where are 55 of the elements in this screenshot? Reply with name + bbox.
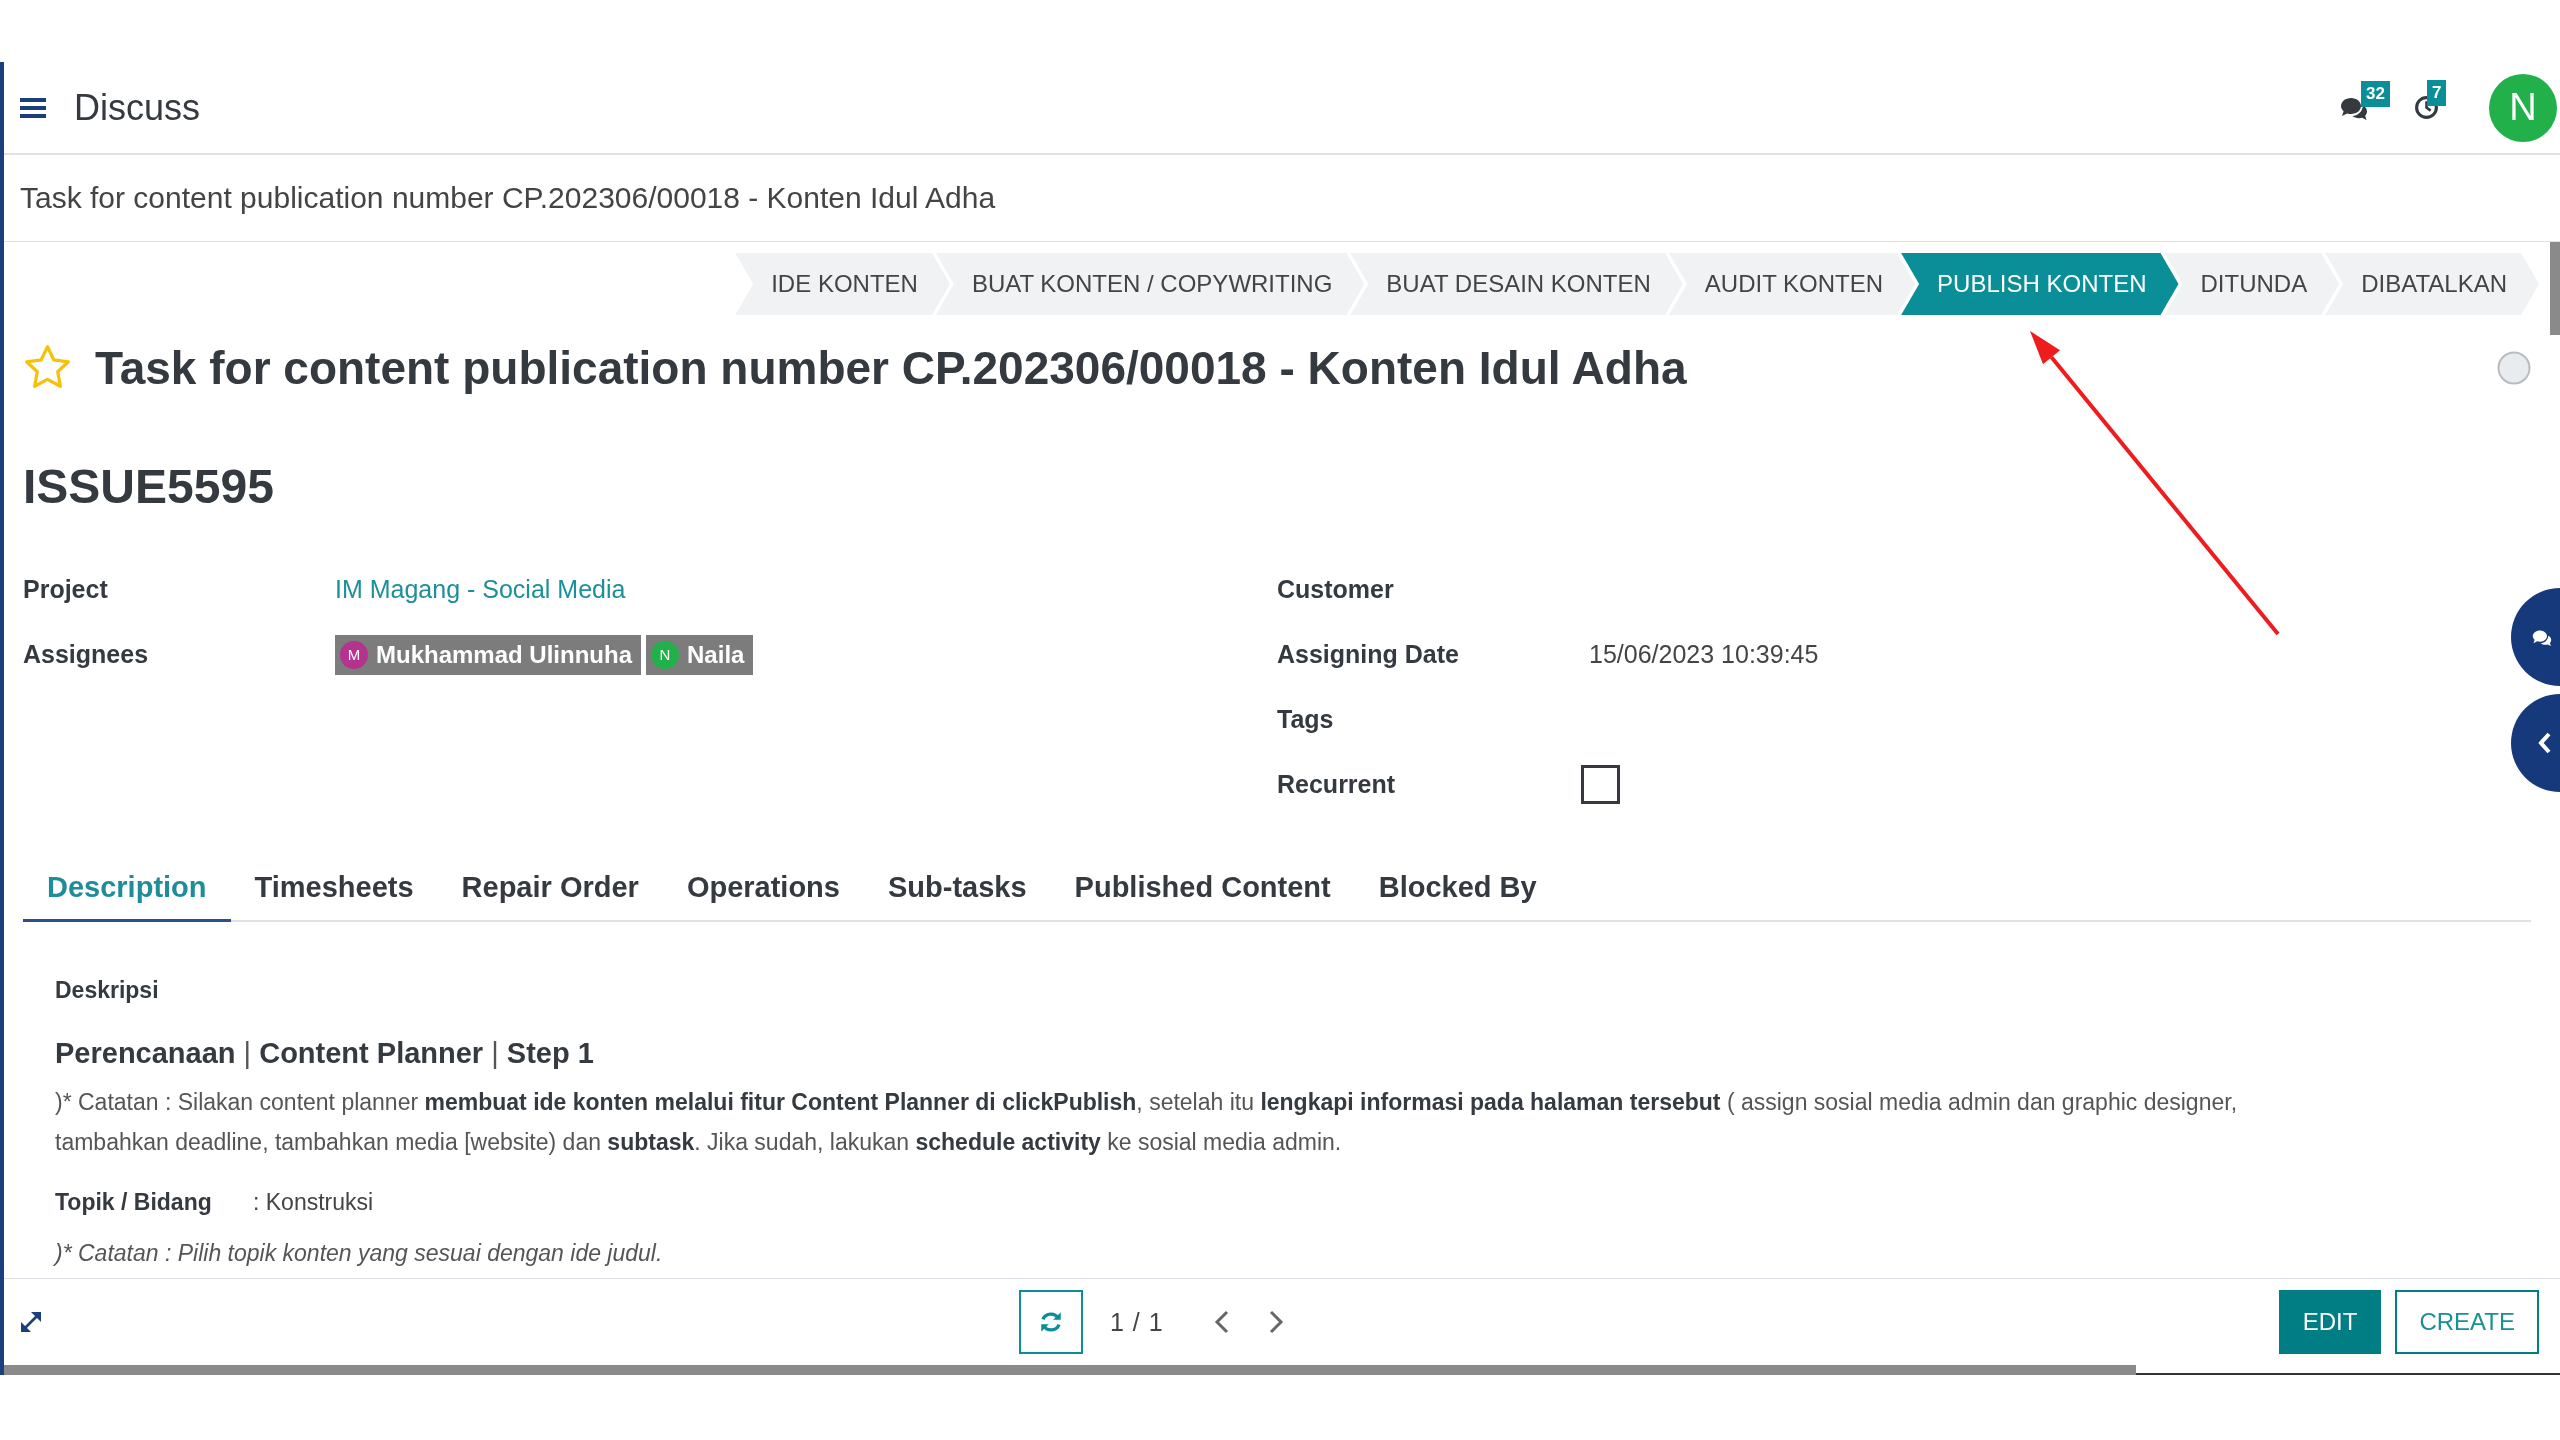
chevron-left-icon [2538, 732, 2552, 754]
tab[interactable]: Blocked By [1354, 855, 1561, 922]
expand-icon[interactable] [20, 1311, 42, 1333]
vertical-scrollbar[interactable] [2550, 242, 2560, 335]
tab[interactable]: Operations [662, 855, 864, 922]
field-label: Assigning Date [1277, 640, 1460, 669]
app-title: Discuss [74, 85, 201, 130]
message-count-badge: 32 [2361, 80, 2390, 107]
stage-button[interactable]: DITUNDA [2164, 253, 2340, 315]
field-label: Recurrent [1277, 770, 1397, 799]
user-avatar: M [340, 640, 368, 669]
activity-count-badge: 7 [2427, 80, 2447, 106]
topic-value: : Konstruksi [253, 1188, 374, 1217]
tab[interactable]: Timesheets [230, 855, 438, 922]
checkbox[interactable] [1581, 765, 1620, 804]
section-label: Deskripsi [55, 976, 159, 1005]
stage-button[interactable]: BUAT KONTEN / COPYWRITING [935, 253, 1365, 315]
assignee-name: Mukhammad Ulinnuha [376, 640, 633, 669]
project-link[interactable]: IM Magang - Social Media [335, 575, 626, 604]
field-label: Project [23, 575, 109, 604]
note-paragraph: )* Catatan : Silakan content planner membuat ide konten melalui fitur Content Planner di clickPublish, setelah itu lengkapi informasi pada halaman tersebut ( assign sosial media admin dan graphic designer, tambahkan deadline, tambahkan media [website) dan subtask. Jika sudah, lakukan schedule activity ke sosial media admin. [55, 1088, 2239, 1157]
pager-count: 1 / 1 [1110, 1307, 1164, 1337]
tab[interactable]: Description [23, 855, 231, 922]
horizontal-scrollbar[interactable] [4, 1365, 2136, 1375]
task-reference: ISSUE5595 [23, 459, 274, 515]
chevron-left-icon [1213, 1310, 1230, 1334]
topic-label: Topik / Bidang [55, 1188, 213, 1217]
chat-icon[interactable] [2340, 95, 2368, 120]
refresh-icon [1038, 1309, 1064, 1335]
assignee-tag[interactable]: N Naila [646, 634, 754, 675]
create-button[interactable]: CREATE [2395, 1290, 2539, 1354]
stage-button[interactable]: DIBATALKAN [2325, 253, 2539, 315]
stage-button[interactable]: AUDIT KONTEN [1668, 253, 1916, 315]
field-label: Assignees [23, 640, 150, 669]
assignee-tag[interactable]: M Mukhammad Ulinnuha [335, 634, 642, 675]
field-value: 15/06/2023 10:39:45 [1589, 640, 1819, 669]
note-text: )* Catatan : Pilih topik konten yang sesuai dengan ide judul. [55, 1239, 663, 1268]
edit-button[interactable]: EDIT [2278, 1290, 2382, 1354]
field-label: Tags [1277, 705, 1335, 734]
stage-button[interactable]: IDE KONTEN [735, 253, 950, 315]
chat-icon [2532, 628, 2552, 646]
record-title: Task for content publication number CP.202306/00018 - Konten Idul Adha [95, 340, 1687, 395]
tab[interactable]: Sub-tasks [863, 855, 1051, 922]
stage-button[interactable]: PUBLISH KONTEN [1901, 253, 2179, 315]
chevron-right-icon [1267, 1310, 1284, 1334]
assignee-name: Naila [687, 640, 745, 669]
user-avatar: N [651, 640, 680, 669]
breadcrumb-title: Task for content publication number CP.202306/00018 - Konten Idul Adha [20, 181, 996, 215]
field-label: Customer [1277, 575, 1395, 604]
stage-button[interactable]: BUAT DESAIN KONTEN [1350, 253, 1683, 315]
tab[interactable]: Repair Order [437, 855, 663, 922]
tab[interactable]: Published Content [1050, 855, 1355, 922]
refresh-button[interactable] [1019, 1290, 1083, 1354]
section-heading: Perencanaan | Content Planner | Step 1 [55, 1036, 594, 1071]
menu-icon[interactable] [20, 96, 46, 119]
